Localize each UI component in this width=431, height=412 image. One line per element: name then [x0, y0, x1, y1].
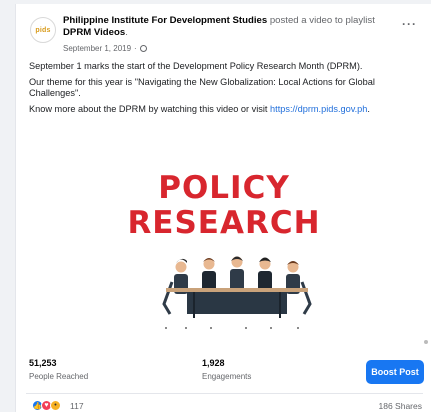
post-action: posted a video to playlist: [267, 15, 375, 26]
reaction-icons[interactable]: 👍 ♥ •: [32, 400, 61, 411]
meeting-illustration: [162, 256, 312, 329]
reactions-bar: 👍 ♥ • 117 186 Shares: [16, 400, 431, 412]
post-insights: 51,253 People Reached 1,928 Engagements …: [16, 354, 431, 390]
video-indicator: [424, 340, 428, 344]
meta-separator: ·: [134, 44, 137, 53]
people-reached-value: 51,253: [29, 358, 57, 368]
post-title: Philippine Institute For Development Stu…: [63, 15, 375, 38]
dprm-link[interactable]: https://dprm.pids.gov.ph: [270, 104, 367, 114]
post-paragraph: Our theme for this year is "Navigating t…: [29, 76, 375, 99]
post-text: September 1 marks the start of the Devel…: [29, 61, 419, 119]
logo-text: pids: [35, 26, 51, 34]
more-options-icon[interactable]: ···: [402, 17, 417, 31]
post-paragraph: Know more about the DPRM by watching thi…: [29, 103, 370, 114]
video-thumbnail[interactable]: POLICY RESEARCH: [16, 122, 431, 348]
wow-icon: •: [50, 400, 61, 411]
boost-post-button[interactable]: Boost Post: [366, 360, 424, 384]
shares-count[interactable]: 186 Shares: [379, 401, 422, 411]
post-date[interactable]: September 1, 2019: [63, 44, 131, 53]
post-header: pids Philippine Institute For Developmen…: [30, 15, 421, 59]
post-meta: September 1, 2019 ·: [63, 44, 147, 53]
divider: [26, 393, 423, 394]
people-reached-label: People Reached: [29, 372, 89, 381]
page-avatar[interactable]: pids: [30, 17, 56, 43]
post-paragraph: September 1 marks the start of the Devel…: [29, 61, 363, 71]
people-at-table: [162, 256, 312, 329]
post-card: pids Philippine Institute For Developmen…: [15, 4, 431, 412]
playlist-name[interactable]: DPRM Videos: [63, 27, 125, 38]
globe-icon[interactable]: [139, 45, 147, 52]
reaction-count[interactable]: 117: [70, 401, 84, 411]
engagements-label: Engagements: [202, 372, 252, 381]
engagements-value: 1,928: [202, 358, 225, 368]
author-name[interactable]: Philippine Institute For Development Stu…: [63, 15, 267, 26]
